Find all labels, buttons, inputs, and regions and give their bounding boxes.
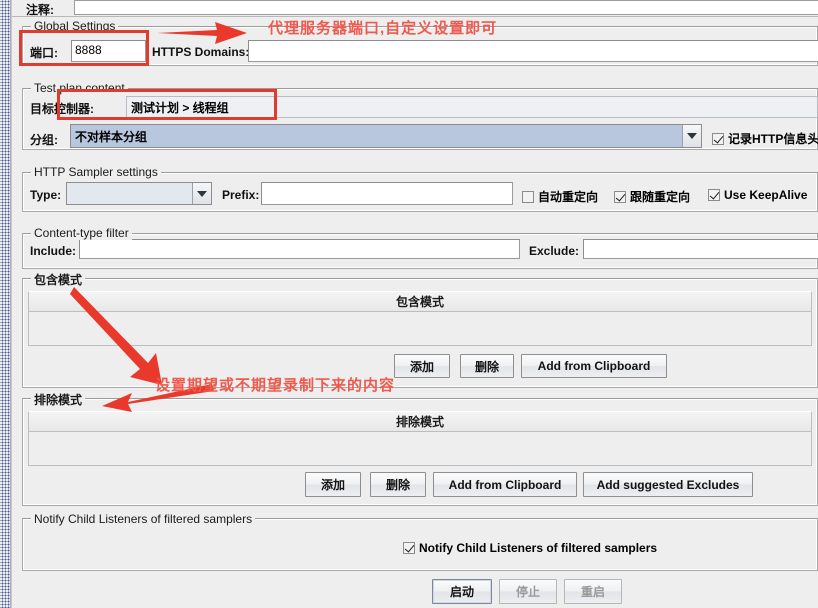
include-patterns-title: 包含模式 [31,271,86,288]
checkbox-icon [403,542,415,554]
prefix-input[interactable] [261,182,513,205]
include-add-button[interactable]: 添加 [394,354,450,378]
exclude-patterns-table-header: 排除模式 [28,411,812,432]
stop-button: 停止 [499,579,557,604]
prefix-label: Prefix: [222,188,260,202]
checkbox-icon [614,190,626,203]
test-plan-content-title: Test plan content [31,81,128,95]
auto-redirect-checkbox[interactable]: 自动重定向 [522,188,598,205]
port-label: 端口: [30,46,58,60]
capture-http-headers-checkbox[interactable]: 记录HTTP信息头 [712,130,818,147]
annotation-text-port: 代理服务器端口,自定义设置即可 [268,20,498,37]
chevron-down-icon[interactable] [682,125,701,147]
target-controller-value: 测试计划 > 线程组 [131,100,229,115]
chevron-down-icon[interactable] [192,183,211,204]
use-keepalive-checkbox[interactable]: Use KeepAlive [708,188,807,202]
target-controller-combo[interactable]: 测试计划 > 线程组 [126,96,818,118]
include-delete-button[interactable]: 删除 [460,354,514,378]
global-settings-title: Global Settings [31,19,119,33]
type-combo[interactable] [66,182,212,205]
include-patterns-table-header: 包含模式 [28,291,812,312]
follow-redirect-label: 跟随重定向 [630,190,691,204]
exclude-add-button[interactable]: 添加 [305,472,361,497]
include-add-from-clipboard-button[interactable]: Add from Clipboard [521,354,667,378]
annotation-text-patterns: 设置期望或不期望录制下来的内容 [155,377,396,394]
restart-button: 重启 [564,579,622,604]
exclude-patterns-title: 排除模式 [31,391,86,408]
exclude-content-type-label: Exclude: [529,244,580,258]
left-dotted-gutter [0,0,10,608]
jmeter-recorder-panel: 注释: Global Settings 端口: 8888 HTTPS Domai… [0,0,818,608]
checkbox-icon [712,132,724,145]
grouping-combo[interactable]: 不对样本分组 [70,124,702,148]
comment-input[interactable] [74,0,818,15]
exclude-delete-button[interactable]: 删除 [370,472,426,497]
start-button[interactable]: 启动 [432,579,492,604]
checkbox-icon [708,189,720,201]
port-input[interactable]: 8888 [71,40,146,62]
target-controller-label: 目标控制器: [30,102,94,116]
https-domains-input[interactable] [248,40,818,62]
exclude-patterns-table-body[interactable] [28,432,812,466]
grouping-value: 不对样本分组 [75,129,148,144]
include-content-type-input[interactable] [79,239,520,259]
exclude-content-type-input[interactable] [583,239,818,259]
use-keepalive-label: Use KeepAlive [724,188,808,202]
http-sampler-settings-title: HTTP Sampler settings [31,165,161,179]
type-label: Type: [30,188,62,202]
notify-child-listeners-checkbox[interactable]: Notify Child Listeners of filtered sampl… [403,541,657,555]
grouping-label: 分组: [30,133,58,147]
include-patterns-table-body[interactable] [28,312,812,346]
auto-redirect-label: 自动重定向 [538,190,599,204]
capture-http-headers-label: 记录HTTP信息头 [728,132,818,146]
notify-child-listeners-title: Notify Child Listeners of filtered sampl… [31,512,256,526]
exclude-add-suggested-button[interactable]: Add suggested Excludes [583,472,753,497]
checkbox-icon [522,190,534,203]
exclude-add-from-clipboard-button[interactable]: Add from Clipboard [433,472,577,497]
left-divider [10,0,12,608]
include-content-type-label: Include: [30,244,77,258]
https-domains-label: HTTPS Domains: [152,45,250,59]
follow-redirect-checkbox[interactable]: 跟随重定向 [614,188,690,205]
content-type-filter-title: Content-type filter [31,226,132,240]
notify-child-listeners-label: Notify Child Listeners of filtered sampl… [419,541,658,555]
comment-row: 注释: [12,0,818,17]
